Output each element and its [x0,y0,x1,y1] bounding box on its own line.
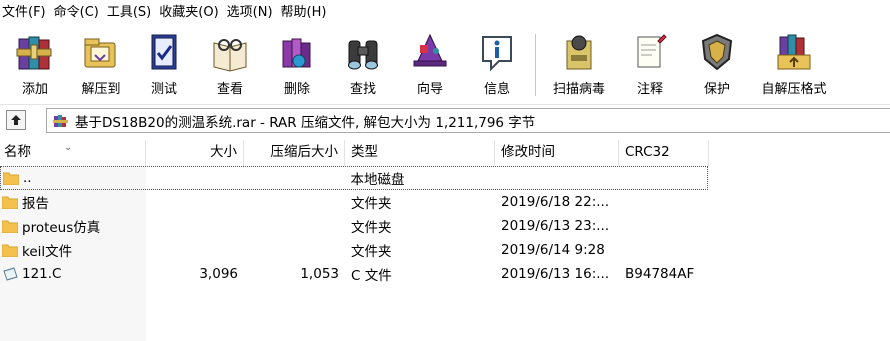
protect-button[interactable]: 保护 [683,26,751,102]
row-type: 文件夹 [351,196,392,212]
test-checkbook-icon [142,29,186,75]
row-crc: B94784AF [625,266,695,282]
row-packed: 1,053 [300,266,339,282]
rar-archive-icon [53,114,68,127]
comment-label: 注释 [636,82,663,97]
toolbar-separator [535,34,536,96]
column-packed-label: 压缩后大小 [270,144,339,160]
comment-pen-icon [628,29,672,75]
column-name[interactable]: ⌄ 名称 [0,140,146,166]
menu-tools[interactable]: 工具(S) [105,0,155,26]
up-arrow-icon [11,115,21,125]
find-binoculars-icon [341,29,385,75]
row-modified: 2019/6/13 23:... [501,218,610,234]
row-type: 文件夹 [351,220,392,236]
row-modified: 2019/6/13 16:... [501,266,610,282]
sfx-button[interactable]: 自解压格式 [751,26,837,102]
virus-scan-icon [557,29,601,75]
column-size-label: 大小 [210,144,237,160]
column-type[interactable]: 类型 [345,140,495,166]
row-type: 文件夹 [351,244,392,260]
row-name-cell: keil文件 [0,240,146,260]
info-label: 信息 [483,82,510,97]
find-button[interactable]: 查找 [330,26,396,102]
file-list: ⌄ 名称 大小 压缩后大小 类型 修改时间 CRC32 .. 本地磁盘 报告 文… [0,136,890,341]
table-row[interactable]: proteus仿真 文件夹 2019/6/13 23:... [0,214,890,238]
delete-label: 删除 [283,82,310,97]
column-modified-label: 修改时间 [501,144,555,160]
table-row[interactable]: 121.C 3,096 1,053 C 文件 2019/6/13 16:... … [0,262,890,286]
test-label: 测试 [150,82,177,97]
menu-bar: 文件(F) 命令(C) 工具(S) 收藏夹(O) 选项(N) 帮助(H) [0,0,890,26]
row-name: proteus仿真 [22,220,101,236]
folder-icon [2,196,18,209]
folder-icon [3,172,19,185]
row-modified: 2019/6/18 22:... [501,194,610,210]
wizard-hat-icon [408,29,452,75]
info-button[interactable]: 信息 [464,26,530,102]
menu-commands[interactable]: 命令(C) [52,0,103,26]
add-button[interactable]: 添加 [0,26,70,102]
virus-scan-button[interactable]: 扫描病毒 [541,26,617,102]
column-name-label: 名称 [4,144,31,160]
wizard-button[interactable]: 向导 [396,26,464,102]
view-button[interactable]: 查看 [196,26,264,102]
protect-label: 保护 [703,82,730,97]
protect-shield-icon [695,29,739,75]
test-button[interactable]: 测试 [132,26,196,102]
rar-books-add-icon [13,29,57,75]
row-name: .. [23,170,32,186]
sfx-archive-icon [772,29,816,75]
path-field[interactable]: 基于DS18B20的测温系统.rar - RAR 压缩文件, 解包大小为 1,2… [46,108,890,133]
column-modified[interactable]: 修改时间 [495,140,619,166]
row-name: 报告 [22,196,49,212]
row-type: 本地磁盘 [350,172,405,188]
column-header: ⌄ 名称 大小 压缩后大小 类型 修改时间 CRC32 [0,140,890,166]
extract-to-button[interactable]: 解压到 [70,26,132,102]
add-label: 添加 [21,82,48,97]
delete-books-icon [275,29,319,75]
row-type: C 文件 [351,268,392,284]
menu-options[interactable]: 选项(N) [225,0,277,26]
menu-help[interactable]: 帮助(H) [279,0,331,26]
row-name-cell: .. [1,170,146,186]
row-name-cell: 报告 [0,192,146,212]
row-name: 121.C [22,266,62,282]
column-packed-size[interactable]: 压缩后大小 [244,140,345,166]
row-name: keil文件 [22,244,73,260]
row-name-cell: proteus仿真 [0,216,146,236]
comment-button[interactable]: 注释 [617,26,683,102]
table-row[interactable]: keil文件 文件夹 2019/6/14 9:28 [0,238,890,262]
address-bar: 基于DS18B20的测温系统.rar - RAR 压缩文件, 解包大小为 1,2… [0,104,890,134]
row-size: 3,096 [199,266,238,282]
up-folder-button[interactable] [6,110,26,130]
column-size[interactable]: 大小 [146,140,244,166]
sfx-label: 自解压格式 [761,82,827,97]
sort-indicator-icon: ⌄ [64,142,73,153]
column-crc32[interactable]: CRC32 [619,140,709,166]
table-row[interactable]: 报告 文件夹 2019/6/18 22:... [0,190,890,214]
toolbar: 添加 解压到 测试 查看 删除 查找 向导 信息 扫描病毒 注释 保护 自解压格… [0,26,890,102]
row-name-cell: 121.C [0,266,146,282]
delete-button[interactable]: 删除 [264,26,330,102]
find-label: 查找 [349,82,376,97]
path-text: 基于DS18B20的测温系统.rar - RAR 压缩文件, 解包大小为 1,2… [75,114,536,131]
column-type-label: 类型 [351,144,378,160]
column-crc-label: CRC32 [625,144,670,160]
c-file-icon [3,267,18,281]
virus-scan-label: 扫描病毒 [552,82,605,97]
extract-folder-icon [79,29,123,75]
extract-to-label: 解压到 [81,82,121,97]
menu-favorites[interactable]: 收藏夹(O) [157,0,222,26]
table-row[interactable]: .. 本地磁盘 [0,166,708,190]
folder-icon [2,244,18,257]
view-glasses-book-icon [208,29,252,75]
menu-file[interactable]: 文件(F) [0,0,50,26]
view-label: 查看 [216,82,243,97]
wizard-label: 向导 [416,82,443,97]
row-modified: 2019/6/14 9:28 [501,242,605,258]
folder-icon [2,220,18,233]
info-icon [475,29,519,75]
